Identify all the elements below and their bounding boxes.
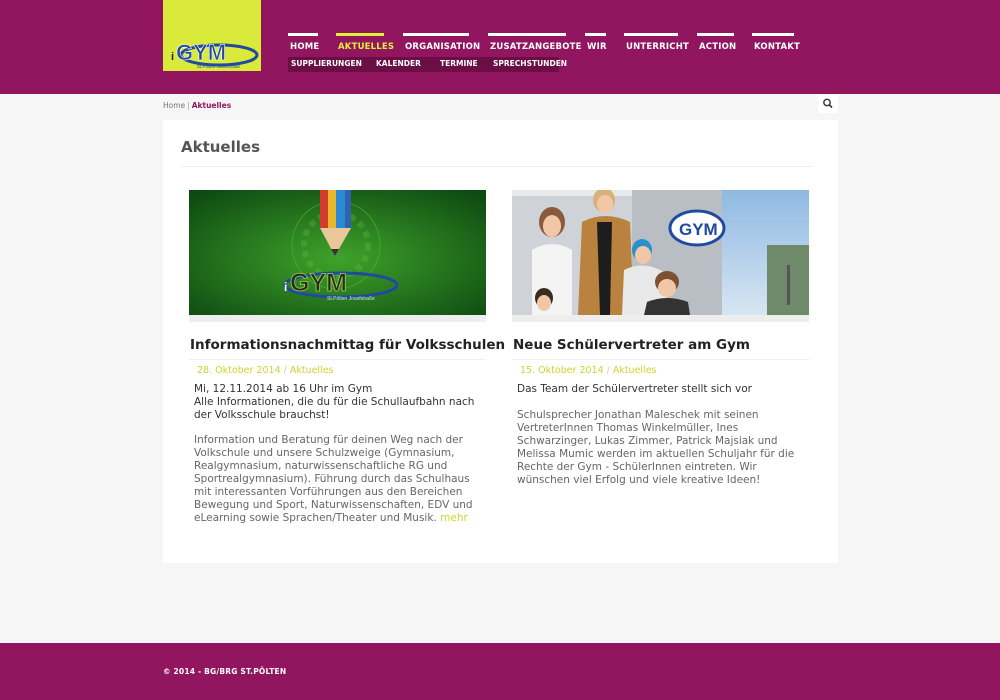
nav-item-action[interactable]: ACTION <box>697 33 737 55</box>
article-lead: Das Team der Schülervertreter stellt sic… <box>512 383 809 396</box>
article-category[interactable]: Aktuelles <box>290 365 334 376</box>
breadcrumb-current: Aktuelles <box>191 101 232 110</box>
sub-nav: SUPPLIERUNGEN KALENDER TERMINE SPRECHSTU… <box>288 57 567 72</box>
image-underbar <box>512 315 809 322</box>
breadcrumb-separator: | <box>187 101 190 110</box>
meta-separator: / <box>606 365 610 376</box>
nav-item-unterricht[interactable]: UNTERRICHT <box>624 33 689 55</box>
site-header: i GYM St.Pölten Josefstraße HOME AKTUELL… <box>0 0 1000 94</box>
article-image[interactable]: GYM <box>512 190 809 315</box>
igym-pencil-image: i GYM St.Pölten Josefstraße <box>189 190 486 315</box>
meta-divider <box>512 359 809 360</box>
sign-text: GYM <box>679 220 718 239</box>
nav-item-label: ORGANISATION <box>405 42 481 52</box>
nav-item-organisation[interactable]: ORGANISATION <box>403 33 480 55</box>
article-meta: 15. Oktober 2014/Aktuelles <box>512 365 809 376</box>
subnav-item-termine[interactable]: TERMINE <box>440 59 478 68</box>
content-panel: Aktuelles i GYM St.Pölten Josefstraße In… <box>163 120 838 563</box>
copyright-text: © 2014 - BG/BRG ST.PÖLTEN <box>163 667 287 676</box>
article-body-text: Information und Beratung für deinen Weg … <box>194 434 473 524</box>
nav-item-label: HOME <box>290 42 320 52</box>
article-meta: 28. Oktober 2014/Aktuelles <box>189 365 486 376</box>
article-date[interactable]: 15. Oktober 2014 <box>520 365 604 376</box>
search-icon <box>823 98 833 109</box>
article-title[interactable]: Neue Schülervertreter am Gym <box>512 337 809 353</box>
article-body: Information und Beratung für deinen Weg … <box>189 434 486 525</box>
logo-tagline: St.Pölten Josefstraße <box>197 64 241 69</box>
image-logo-small: i <box>284 280 287 294</box>
breadcrumb: Home | Aktuelles <box>163 101 231 110</box>
article-image[interactable]: i GYM St.Pölten Josefstraße <box>189 190 486 315</box>
article-category[interactable]: Aktuelles <box>613 365 657 376</box>
nav-item-aktuelles[interactable]: AKTUELLES <box>336 33 394 55</box>
subnav-item-supplierungen[interactable]: SUPPLIERUNGEN <box>291 59 362 68</box>
nav-item-label: WIR <box>587 42 607 52</box>
read-more-link[interactable]: mehr <box>440 512 468 524</box>
page-title: Aktuelles <box>181 138 260 156</box>
site-logo[interactable]: i GYM St.Pölten Josefstraße <box>163 0 261 71</box>
meta-separator: / <box>283 365 287 376</box>
search-button[interactable] <box>818 95 838 113</box>
subnav-item-sprechstunden[interactable]: SPRECHSTUNDEN <box>493 59 567 68</box>
nav-item-kontakt[interactable]: KONTAKT <box>752 33 800 55</box>
nav-item-label: UNTERRICHT <box>626 42 690 52</box>
article-date[interactable]: 28. Oktober 2014 <box>197 365 281 376</box>
article-card: GYM Neue Schülervertreter am Gym 15. Okt… <box>512 190 809 487</box>
lead-line-2: Alle Informationen, die du für die Schul… <box>194 396 475 421</box>
nav-item-label: ACTION <box>699 42 737 52</box>
breadcrumb-home[interactable]: Home <box>163 101 185 110</box>
image-logo-tagline: St.Pölten Josefstraße <box>327 296 375 302</box>
meta-divider <box>189 359 486 360</box>
nav-item-label: KONTAKT <box>754 42 801 52</box>
article-title[interactable]: Informationsnachmittag für Volksschulen <box>189 337 505 353</box>
nav-item-home[interactable]: HOME <box>288 33 320 55</box>
image-underbar <box>189 315 486 322</box>
article-body: Schulsprecher Jonathan Maleschek mit sei… <box>512 409 809 487</box>
subnav-item-kalender[interactable]: KALENDER <box>376 59 421 68</box>
student-group-photo: GYM <box>512 190 809 315</box>
site-footer: © 2014 - BG/BRG ST.PÖLTEN <box>0 643 1000 700</box>
article-card: i GYM St.Pölten Josefstraße Informations… <box>189 190 505 525</box>
title-divider <box>181 166 813 167</box>
logo-graphic: i GYM St.Pölten Josefstraße <box>171 40 259 69</box>
image-logo-big: GYM <box>290 269 347 297</box>
logo-small-text: i <box>171 51 174 63</box>
lead-line-1: Das Team der Schülervertreter stellt sic… <box>517 383 752 395</box>
nav-item-label: ZUSATZANGEBOTE <box>490 42 582 52</box>
article-lead: Mi, 12.11.2014 ab 16 Uhr im Gym Alle Inf… <box>189 383 486 422</box>
nav-item-zusatzangebote[interactable]: ZUSATZANGEBOTE <box>488 33 581 55</box>
lead-line-1: Mi, 12.11.2014 ab 16 Uhr im Gym <box>194 383 373 395</box>
article-body-text: Schulsprecher Jonathan Maleschek mit sei… <box>517 409 795 486</box>
nav-item-label: AKTUELLES <box>338 42 395 52</box>
logo-big-text: GYM <box>176 40 226 65</box>
nav-item-wir[interactable]: WIR <box>585 33 606 55</box>
